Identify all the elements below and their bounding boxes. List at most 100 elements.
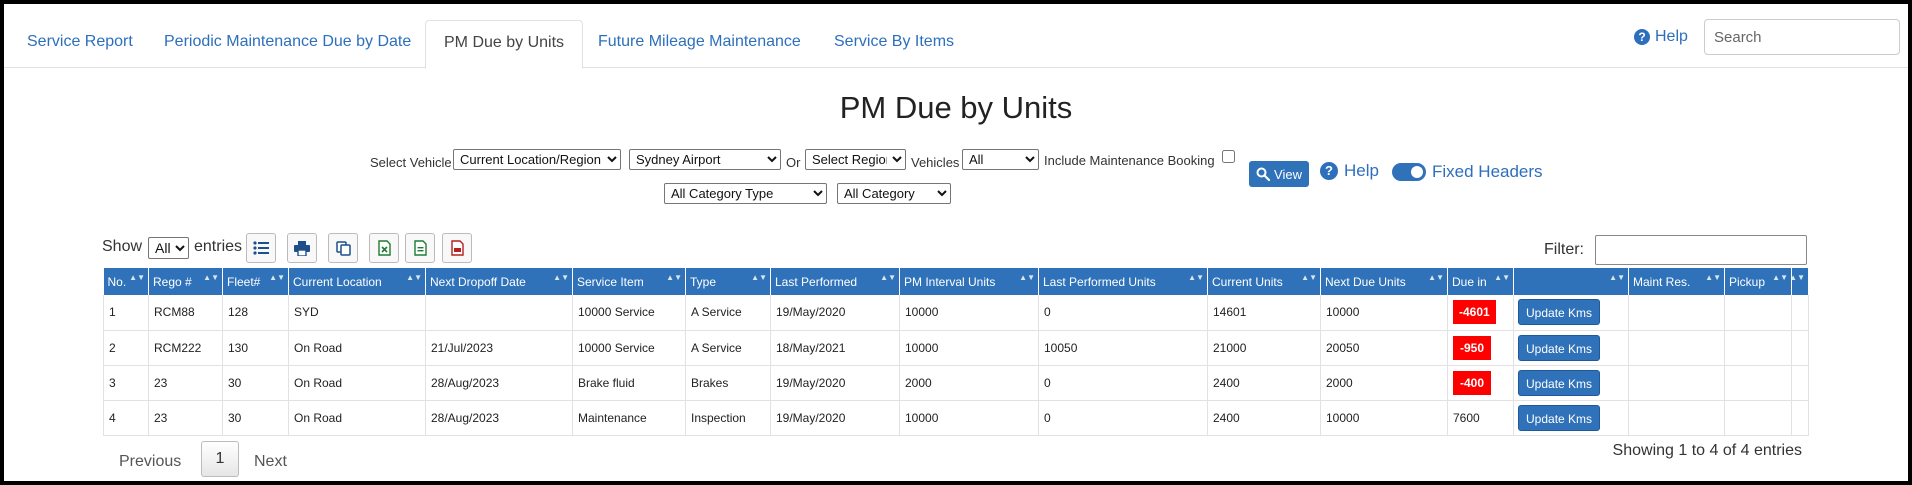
overdue-badge: -4601	[1453, 300, 1496, 325]
overdue-badge: -400	[1453, 370, 1491, 395]
tab-periodic-maintenance[interactable]: Periodic Maintenance Due by Date	[146, 20, 429, 68]
cell-next-dropoff	[425, 295, 573, 331]
copy-icon	[335, 240, 351, 256]
col-header-type[interactable]: Type ▲▼	[685, 268, 771, 295]
category-select[interactable]: All Category	[837, 183, 951, 204]
excel-file-icon	[377, 240, 391, 256]
page-1-button[interactable]: 1	[201, 441, 239, 477]
col-header-no[interactable]: No. ▲▼	[103, 268, 149, 295]
question-circle-icon: ?	[1320, 162, 1338, 180]
cell-service-item: Brake fluid	[572, 365, 686, 401]
region-select[interactable]: Select Region	[805, 149, 906, 170]
col-header-next-due-units[interactable]: Next Due Units ▲▼	[1320, 268, 1448, 295]
pdf-file-icon	[450, 240, 464, 256]
col-header-service-item[interactable]: Service Item ▲▼	[572, 268, 686, 295]
vehicles-select[interactable]: All	[962, 149, 1039, 170]
cell-extra	[1791, 365, 1809, 401]
col-header-due-in[interactable]: Due in ▲▼	[1447, 268, 1514, 295]
cell-rego: RCM88	[148, 295, 223, 331]
copy-button[interactable]	[328, 233, 358, 263]
csv-file-icon	[413, 240, 427, 256]
cell-last-performed-units: 0	[1038, 400, 1208, 436]
update-kms-button[interactable]: Update Kms	[1518, 404, 1601, 431]
export-pdf-button[interactable]	[442, 233, 472, 263]
cell-type: Brakes	[685, 365, 771, 401]
cell-extra	[1791, 330, 1809, 366]
cell-fleet: 30	[222, 365, 289, 401]
col-header-rego[interactable]: Rego # ▲▼	[148, 268, 223, 295]
col-header-fleet[interactable]: Fleet# ▲▼	[222, 268, 289, 295]
tab-pm-due-by-units[interactable]: PM Due by Units	[425, 20, 584, 69]
tab-service-report[interactable]: Service Report	[9, 20, 151, 68]
filter-input[interactable]	[1595, 235, 1807, 265]
col-header-pickup[interactable]: Pickup ▲▼	[1724, 268, 1792, 295]
view-button[interactable]: View	[1249, 161, 1309, 187]
cell-extra	[1791, 400, 1809, 436]
search-input[interactable]	[1704, 19, 1900, 55]
table-info: Showing 1 to 4 of 4 entries	[1612, 442, 1802, 459]
entries-select[interactable]: All	[148, 237, 189, 259]
cell-no: 4	[103, 400, 149, 436]
cell-last-performed: 19/May/2020	[770, 400, 900, 436]
overdue-badge: -950	[1453, 335, 1491, 360]
col-header-action[interactable]: ▲▼	[1513, 268, 1629, 295]
filter-label: Filter:	[1544, 241, 1584, 258]
cell-pickup	[1724, 365, 1792, 401]
cell-next-due-units: 20050	[1320, 330, 1448, 366]
col-header-last-performed[interactable]: Last Performed ▲▼	[770, 268, 900, 295]
column-visibility-button[interactable]	[246, 233, 276, 263]
previous-page-button[interactable]: Previous	[119, 445, 181, 479]
fixed-headers-control: Fixed Headers	[1392, 162, 1543, 182]
export-csv-button[interactable]	[405, 233, 435, 263]
help-link[interactable]: ? Help	[1320, 161, 1379, 181]
update-kms-button[interactable]: Update Kms	[1518, 299, 1601, 326]
location-select[interactable]: Sydney Airport	[629, 149, 781, 170]
cell-service-item: 10000 Service	[572, 330, 686, 366]
print-button[interactable]	[287, 233, 317, 263]
cell-current-units: 21000	[1207, 330, 1321, 366]
fixed-headers-toggle[interactable]	[1392, 163, 1426, 181]
col-header-pm-interval[interactable]: PM Interval Units ▲▼	[899, 268, 1039, 295]
col-header-maint-res[interactable]: Maint Res. ▲▼	[1628, 268, 1725, 295]
select-vehicle-label: Select Vehicle	[370, 155, 452, 170]
vehicle-mode-select[interactable]: Current Location/Region	[453, 149, 621, 170]
export-excel-button[interactable]	[369, 233, 399, 263]
col-header-next-dropoff[interactable]: Next Dropoff Date ▲▼	[425, 268, 573, 295]
cell-type: A Service	[685, 295, 771, 331]
include-booking-checkbox[interactable]	[1222, 150, 1235, 163]
cell-due-in: 7600	[1447, 400, 1514, 436]
cell-next-due-units: 10000	[1320, 295, 1448, 331]
tab-service-by-items[interactable]: Service By Items	[816, 20, 972, 68]
category-type-select[interactable]: All Category Type	[664, 183, 827, 204]
update-kms-button[interactable]: Update Kms	[1518, 334, 1601, 361]
cell-no: 1	[103, 295, 149, 331]
next-page-button[interactable]: Next	[254, 445, 287, 479]
cell-pm-interval: 2000	[899, 365, 1039, 401]
cell-last-performed: 18/May/2021	[770, 330, 900, 366]
cell-no: 3	[103, 365, 149, 401]
cell-pm-interval: 10000	[899, 330, 1039, 366]
cell-type: A Service	[685, 330, 771, 366]
cell-maint-res	[1628, 295, 1725, 331]
cell-last-performed-units: 10050	[1038, 330, 1208, 366]
col-header-current-units[interactable]: Current Units ▲▼	[1207, 268, 1321, 295]
col-header-last-performed-units[interactable]: Last Performed Units ▲▼	[1038, 268, 1208, 295]
help-link-top[interactable]: ? Help	[1634, 28, 1688, 46]
cell-fleet: 30	[222, 400, 289, 436]
include-booking-label: Include Maintenance Booking	[1044, 153, 1215, 168]
cell-current-units: 2400	[1207, 365, 1321, 401]
help-label: Help	[1344, 161, 1379, 180]
cell-due-in: -4601	[1447, 295, 1514, 331]
cell-location: On Road	[288, 365, 426, 401]
cell-due-in: -400	[1447, 365, 1514, 401]
help-label: Help	[1655, 28, 1688, 45]
cell-maint-res	[1628, 400, 1725, 436]
cell-next-dropoff: 21/Jul/2023	[425, 330, 573, 366]
tab-future-mileage[interactable]: Future Mileage Maintenance	[580, 20, 819, 68]
due-in-value: 7600	[1453, 410, 1480, 425]
col-header-current-location[interactable]: Current Location ▲▼	[288, 268, 426, 295]
fixed-headers-label: Fixed Headers	[1432, 162, 1543, 181]
col-header-extra[interactable]: ▲▼	[1791, 268, 1809, 295]
update-kms-button[interactable]: Update Kms	[1518, 369, 1601, 396]
view-button-label: View	[1274, 166, 1302, 182]
